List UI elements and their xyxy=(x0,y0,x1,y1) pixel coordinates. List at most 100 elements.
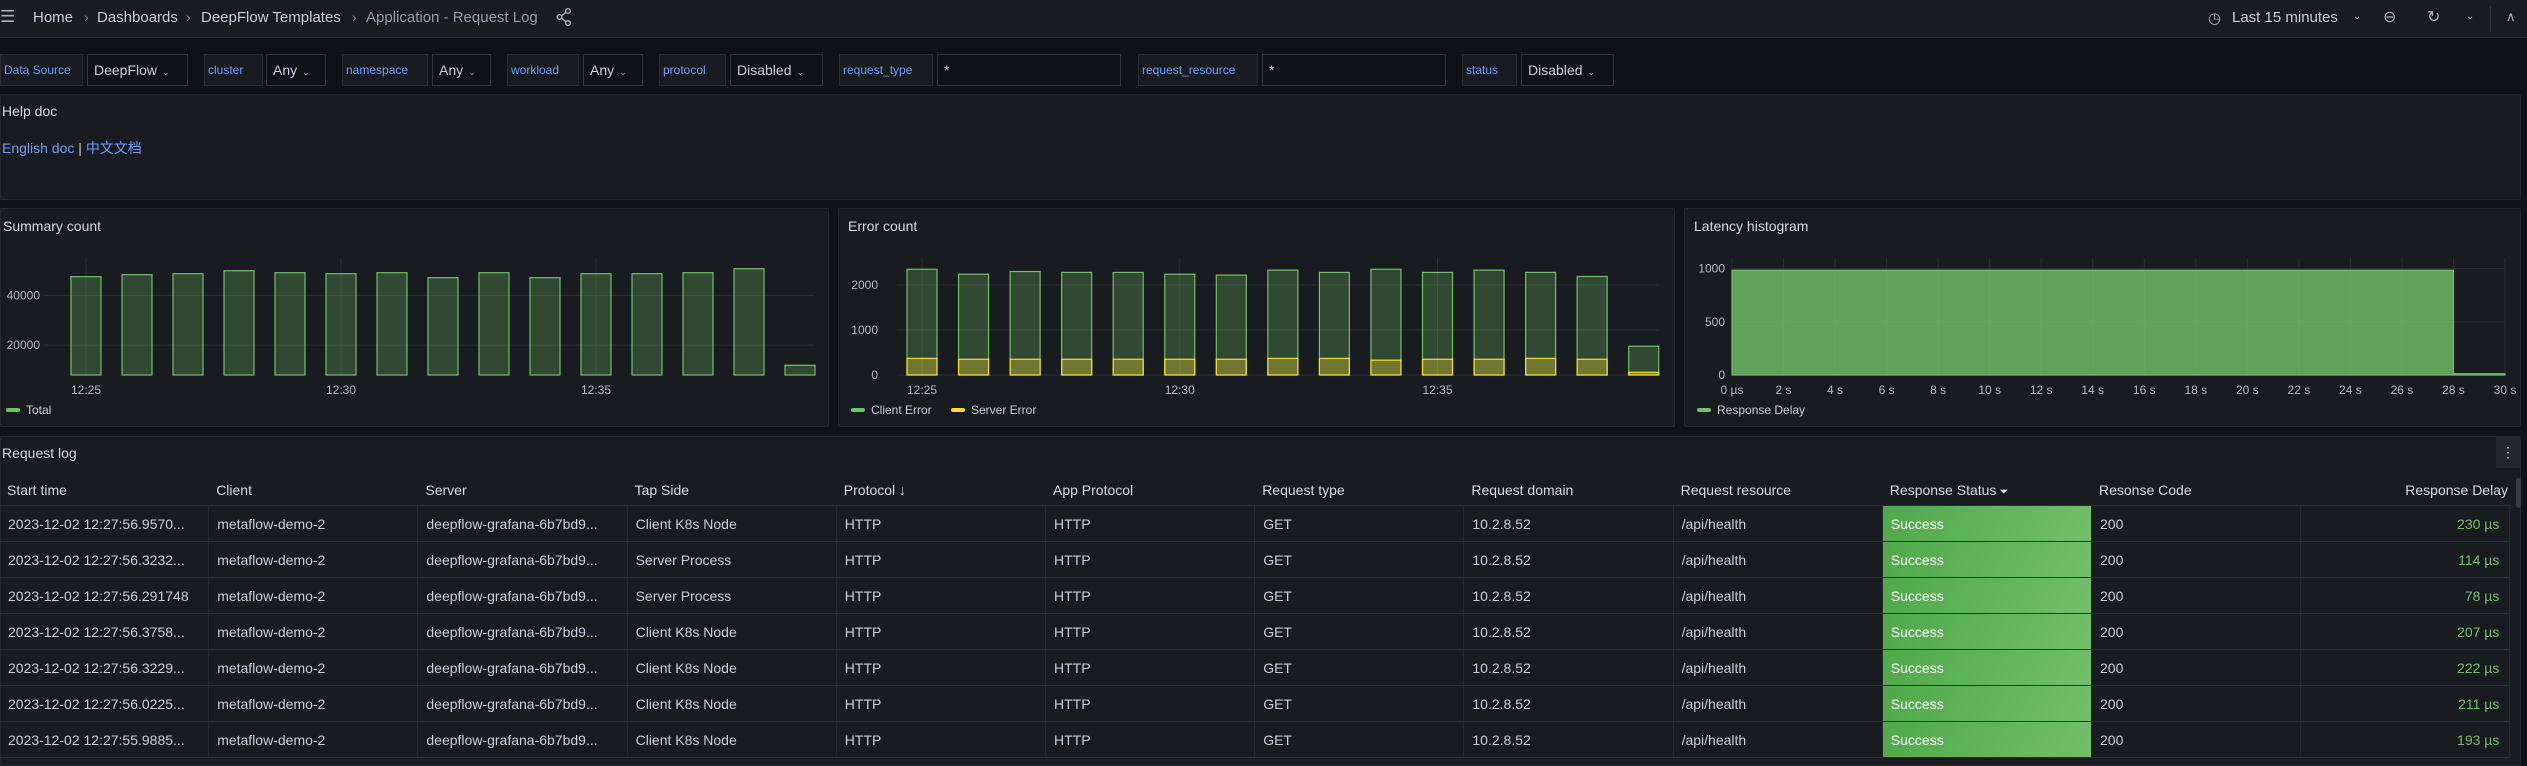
table-cell[interactable]: HTTP xyxy=(1046,542,1256,578)
var-input-request-resource[interactable]: * xyxy=(1262,54,1446,86)
table-cell[interactable]: Client K8s Node xyxy=(627,650,837,686)
table-cell[interactable]: metaflow-demo-2 xyxy=(209,542,419,578)
table-cell[interactable]: 211 µs xyxy=(2301,686,2511,722)
table-cell[interactable]: 207 µs xyxy=(2301,614,2511,650)
table-cell[interactable]: 200 xyxy=(2092,614,2302,650)
table-cell[interactable]: metaflow-demo-2 xyxy=(209,722,419,758)
table-cell[interactable]: 200 xyxy=(2092,650,2302,686)
table-cell[interactable]: 200 xyxy=(2092,506,2302,542)
table-cell[interactable]: deepflow-grafana-6b7bd9... xyxy=(418,578,628,614)
legend-item-response-delay[interactable]: Response Delay xyxy=(1697,403,1805,417)
table-cell[interactable]: GET xyxy=(1255,506,1465,542)
table-cell[interactable]: metaflow-demo-2 xyxy=(209,686,419,722)
table-cell[interactable]: /api/health xyxy=(1673,578,1883,614)
table-cell[interactable]: HTTP xyxy=(836,578,1046,614)
table-cell[interactable]: HTTP xyxy=(1046,578,1256,614)
filter-icon[interactable]: ⏷ xyxy=(1996,486,2008,498)
var-select-data-source[interactable]: DeepFlow ⌄ xyxy=(87,54,188,86)
table-cell[interactable]: 200 xyxy=(2092,542,2302,578)
status-cell[interactable]: Success xyxy=(1882,542,2092,578)
table-cell[interactable]: Server Process xyxy=(627,578,837,614)
var-select-cluster[interactable]: Any ⌄ xyxy=(266,54,326,86)
table-cell[interactable]: 230 µs xyxy=(2301,506,2511,542)
table-cell[interactable]: 200 xyxy=(2092,578,2302,614)
column-header[interactable]: Protocol ↓ xyxy=(844,482,906,498)
time-range-picker[interactable]: Last 15 minutes xyxy=(2232,9,2338,26)
table-cell[interactable]: GET xyxy=(1255,614,1465,650)
breadcrumb-dashboards[interactable]: Dashboards xyxy=(97,9,178,26)
column-header[interactable]: Request type xyxy=(1262,482,1345,498)
column-header[interactable]: Start time xyxy=(7,482,67,498)
clock-icon[interactable]: ◷ xyxy=(2208,9,2221,27)
table-cell[interactable]: 10.2.8.52 xyxy=(1464,506,1674,542)
breadcrumb-home[interactable]: Home xyxy=(33,9,73,26)
legend-item-server-error[interactable]: Server Error xyxy=(951,403,1036,417)
table-cell[interactable]: /api/health xyxy=(1673,650,1883,686)
table-cell[interactable]: deepflow-grafana-6b7bd9... xyxy=(418,506,628,542)
chevron-down-icon[interactable]: ⌄ xyxy=(2353,11,2361,22)
column-header[interactable]: Client xyxy=(216,482,252,498)
table-cell[interactable]: HTTP xyxy=(1046,722,1256,758)
zoom-out-icon[interactable]: ⊖ xyxy=(2383,7,2396,27)
table-cell[interactable]: GET xyxy=(1255,686,1465,722)
table-cell[interactable]: Client K8s Node xyxy=(627,722,837,758)
table-cell[interactable]: 2023-12-02 12:27:55.9885... xyxy=(0,722,210,758)
table-cell[interactable]: deepflow-grafana-6b7bd9... xyxy=(418,650,628,686)
table-cell[interactable]: deepflow-grafana-6b7bd9... xyxy=(418,686,628,722)
refresh-icon[interactable]: ↻ xyxy=(2427,7,2440,27)
table-cell[interactable]: HTTP xyxy=(836,614,1046,650)
column-header[interactable]: Response Delay xyxy=(2405,482,2508,498)
table-cell[interactable]: 200 xyxy=(2092,686,2302,722)
table-cell[interactable]: 2023-12-02 12:27:56.3232... xyxy=(0,542,210,578)
status-cell[interactable]: Success xyxy=(1882,614,2092,650)
status-cell[interactable]: Success xyxy=(1882,686,2092,722)
table-cell[interactable]: GET xyxy=(1255,578,1465,614)
table-cell[interactable]: deepflow-grafana-6b7bd9... xyxy=(418,542,628,578)
table-cell[interactable]: metaflow-demo-2 xyxy=(209,614,419,650)
table-cell[interactable]: HTTP xyxy=(1046,686,1256,722)
table-cell[interactable]: metaflow-demo-2 xyxy=(209,506,419,542)
table-cell[interactable]: Client K8s Node xyxy=(627,506,837,542)
table-cell[interactable]: /api/health xyxy=(1673,686,1883,722)
status-cell[interactable]: Success xyxy=(1882,722,2092,758)
table-cell[interactable]: deepflow-grafana-6b7bd9... xyxy=(418,722,628,758)
legend-item-client-error[interactable]: Client Error xyxy=(851,403,932,417)
table-cell[interactable]: 10.2.8.52 xyxy=(1464,542,1674,578)
var-select-namespace[interactable]: Any ⌄ xyxy=(432,54,491,86)
refresh-interval-chevron-icon[interactable]: ⌄ xyxy=(2466,11,2474,22)
panel-menu-icon[interactable]: ⋮ xyxy=(2496,437,2520,468)
collapse-icon[interactable]: ∧ xyxy=(2506,9,2516,25)
column-header[interactable]: Resonse Code xyxy=(2099,482,2192,498)
table-cell[interactable]: HTTP xyxy=(836,650,1046,686)
table-cell[interactable]: HTTP xyxy=(836,506,1046,542)
sort-descending-icon[interactable]: ↓ xyxy=(895,482,906,498)
table-cell[interactable]: /api/health xyxy=(1673,722,1883,758)
table-cell[interactable]: 2023-12-02 12:27:56.291748 xyxy=(0,578,210,614)
table-cell[interactable]: 222 µs xyxy=(2301,650,2511,686)
table-cell[interactable]: GET xyxy=(1255,722,1465,758)
table-cell[interactable]: 114 µs xyxy=(2301,542,2511,578)
table-cell[interactable]: 10.2.8.52 xyxy=(1464,650,1674,686)
share-icon[interactable] xyxy=(556,8,572,31)
breadcrumb-deepflow-templates[interactable]: DeepFlow Templates xyxy=(201,9,341,26)
table-cell[interactable]: GET xyxy=(1255,650,1465,686)
table-cell[interactable]: 10.2.8.52 xyxy=(1464,614,1674,650)
table-cell[interactable]: Server Process xyxy=(627,542,837,578)
column-header[interactable]: App Protocol xyxy=(1053,482,1133,498)
english-doc-link[interactable]: English doc xyxy=(2,140,74,156)
table-cell[interactable]: HTTP xyxy=(1046,614,1256,650)
table-cell[interactable]: 2023-12-02 12:27:56.9570... xyxy=(0,506,210,542)
column-header[interactable]: Request domain xyxy=(1471,482,1573,498)
table-cell[interactable]: 2023-12-02 12:27:56.0225... xyxy=(0,686,210,722)
table-cell[interactable]: Client K8s Node xyxy=(627,686,837,722)
table-cell[interactable]: deepflow-grafana-6b7bd9... xyxy=(418,614,628,650)
table-cell[interactable]: metaflow-demo-2 xyxy=(209,578,419,614)
table-cell[interactable]: 10.2.8.52 xyxy=(1464,686,1674,722)
table-cell[interactable]: Client K8s Node xyxy=(627,614,837,650)
var-select-workload[interactable]: Any ⌄ xyxy=(583,54,643,86)
table-scrollbar[interactable] xyxy=(2516,478,2521,508)
table-cell[interactable]: metaflow-demo-2 xyxy=(209,650,419,686)
table-cell[interactable]: 2023-12-02 12:27:56.3758... xyxy=(0,614,210,650)
table-cell[interactable]: 193 µs xyxy=(2301,722,2511,758)
table-cell[interactable]: HTTP xyxy=(836,722,1046,758)
